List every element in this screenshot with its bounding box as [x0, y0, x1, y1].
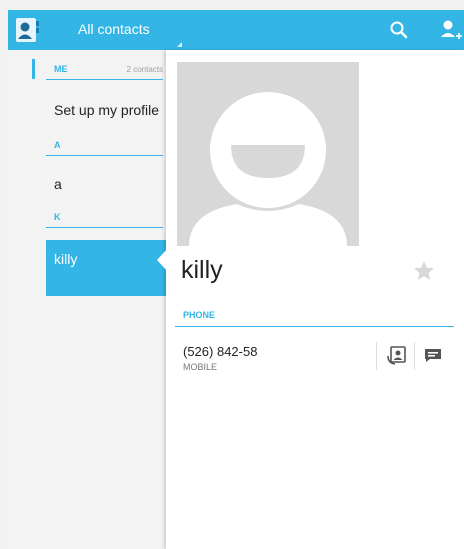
call-icon[interactable] — [386, 344, 408, 366]
message-icon[interactable] — [422, 344, 444, 366]
me-section-header: ME 2 contacts — [46, 59, 163, 80]
divider — [376, 342, 377, 370]
section-letter: K — [54, 212, 61, 222]
section-indicator — [32, 59, 35, 79]
contacts-app-icon[interactable] — [14, 17, 40, 43]
section-header-a: A — [46, 135, 163, 156]
contact-name: a — [54, 176, 62, 192]
contact-photo — [177, 62, 359, 246]
search-icon[interactable] — [385, 16, 413, 44]
section-letter: A — [54, 140, 61, 150]
contact-name-title: killy — [181, 256, 223, 284]
contact-count: 2 contacts — [126, 65, 163, 74]
dropdown-corner-icon — [177, 42, 182, 47]
contact-list: ME 2 contacts Set up my profile A a K ki… — [8, 50, 166, 549]
star-icon[interactable] — [412, 259, 436, 283]
phone-type: MOBILE — [183, 362, 218, 372]
filter-label: All contacts — [78, 21, 150, 37]
selection-pointer — [157, 248, 168, 272]
phone-section-label: PHONE — [183, 310, 216, 320]
phone-number[interactable]: (526) 842-58 — [183, 344, 257, 359]
phone-section-header: PHONE — [175, 308, 454, 327]
action-bar: All contacts — [8, 10, 464, 50]
default-avatar-icon — [189, 92, 347, 246]
contact-detail-panel: killy PHONE (526) 842-58 MOBILE — [166, 50, 464, 549]
list-item-selected[interactable]: killy — [46, 240, 166, 296]
setup-profile-label: Set up my profile — [54, 102, 160, 118]
contact-name: killy — [54, 251, 78, 267]
add-person-icon[interactable] — [436, 16, 464, 44]
divider — [414, 342, 415, 370]
contacts-filter-spinner[interactable]: All contacts — [56, 10, 182, 50]
me-header-label: ME — [54, 64, 68, 74]
contacts-app: All contacts ME 2 contacts Set up my pro… — [8, 10, 464, 549]
section-header-k: K — [46, 207, 163, 228]
